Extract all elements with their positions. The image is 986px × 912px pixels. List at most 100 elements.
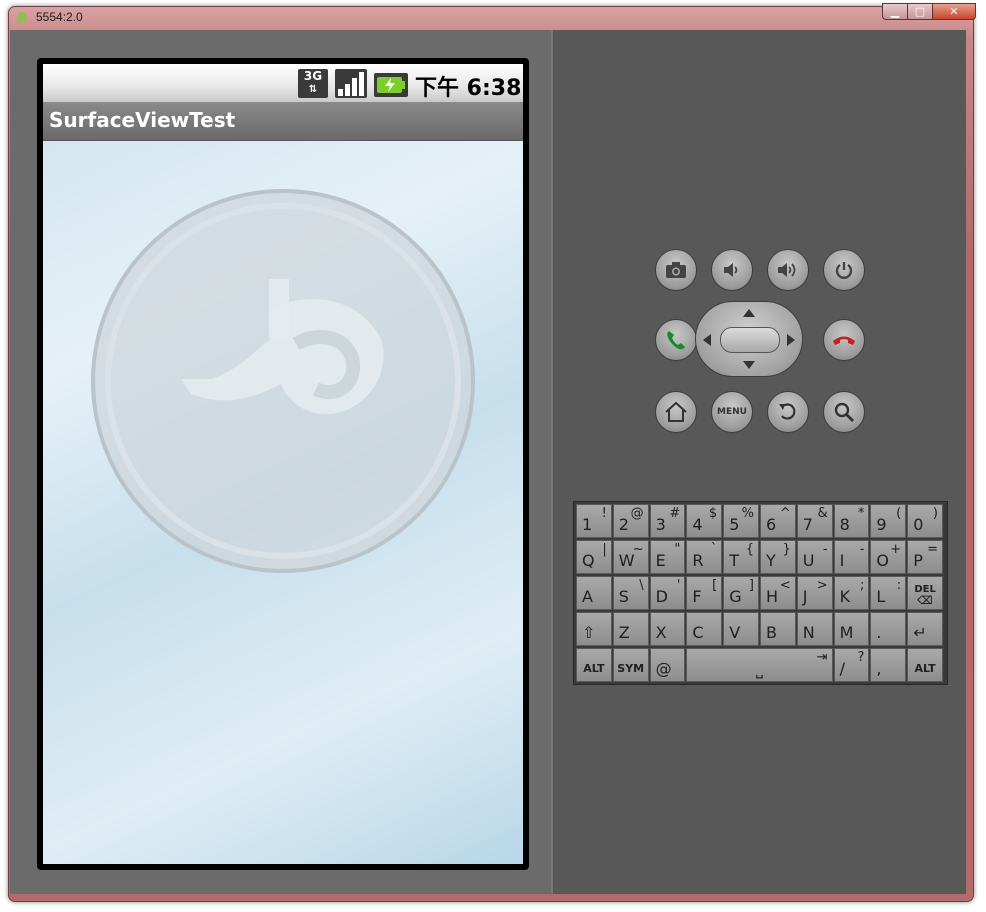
surface-view[interactable] bbox=[43, 141, 523, 864]
key-0-3[interactable]: 4 $ bbox=[686, 504, 723, 538]
maximize-button[interactable]: □ bbox=[908, 3, 933, 20]
key-1-3[interactable]: R ` bbox=[686, 540, 723, 574]
dpad-left-arrow-icon[interactable] bbox=[702, 333, 712, 347]
key-0-9[interactable]: 0) bbox=[907, 504, 943, 538]
key-1-0[interactable]: Q | bbox=[576, 540, 612, 574]
key-alt-label: - bbox=[859, 542, 865, 557]
key-3-7[interactable]: M bbox=[833, 612, 870, 646]
key-3-1[interactable]: Z bbox=[612, 612, 649, 646]
search-icon bbox=[834, 402, 855, 423]
key-label: S bbox=[618, 587, 629, 606]
at-key[interactable]: @ bbox=[649, 648, 686, 682]
key-alt-label: [ bbox=[712, 578, 718, 593]
key-2-4[interactable]: G] bbox=[723, 576, 759, 610]
key-1-1[interactable]: W ~ bbox=[612, 540, 649, 574]
alt-left-key[interactable]: ALT bbox=[576, 648, 612, 682]
slash-key[interactable]: /? bbox=[833, 648, 870, 682]
key-0-7[interactable]: 8 * bbox=[833, 504, 870, 538]
key-label: 8 bbox=[839, 515, 850, 534]
key-alt-label: ] bbox=[748, 578, 754, 593]
back-button[interactable] bbox=[767, 391, 809, 433]
key-1-2[interactable]: E " bbox=[649, 540, 686, 574]
close-button[interactable]: ✕ bbox=[933, 3, 976, 20]
device-screen[interactable]: 3G ⇅ 下午 6:38 SurfaceViewTest bbox=[43, 64, 523, 864]
key-1-6[interactable]: U- bbox=[796, 540, 833, 574]
home-icon bbox=[665, 401, 687, 422]
panel-divider bbox=[551, 30, 553, 894]
android-icon bbox=[16, 12, 28, 22]
key-3-8[interactable]: . bbox=[870, 612, 907, 646]
key-alt-label: > bbox=[816, 578, 828, 593]
key-alt-label: ~ bbox=[632, 542, 644, 557]
delete-icon: ⌫ bbox=[917, 594, 933, 607]
status-bar[interactable]: 3G ⇅ 下午 6:38 bbox=[43, 64, 523, 102]
key-3-0[interactable]: ⇧ bbox=[576, 612, 612, 646]
key-2-1[interactable]: S \ bbox=[612, 576, 649, 610]
key-alt-label: ! bbox=[601, 506, 607, 521]
key-2-5[interactable]: H < bbox=[760, 576, 796, 610]
key-0-5[interactable]: 6 ^ bbox=[760, 504, 796, 538]
key-2-6[interactable]: J > bbox=[796, 576, 833, 610]
key-0-8[interactable]: 9( bbox=[870, 504, 907, 538]
dpad-up-arrow-icon[interactable] bbox=[742, 308, 756, 318]
space-key[interactable]: ␣ ⇥ bbox=[686, 648, 833, 682]
key-0-6[interactable]: 7 & bbox=[796, 504, 833, 538]
key-1-9[interactable]: P = bbox=[907, 540, 943, 574]
key-1-4[interactable]: T{ bbox=[723, 540, 759, 574]
key-3-6[interactable]: N bbox=[796, 612, 833, 646]
key-0-2[interactable]: 3 # bbox=[649, 504, 686, 538]
battery-charging-icon bbox=[374, 73, 408, 97]
camera-button[interactable] bbox=[655, 249, 697, 291]
key-alt-label: ^ bbox=[779, 506, 791, 521]
key-label: H bbox=[766, 587, 779, 606]
key-alt-label: " bbox=[674, 542, 681, 557]
volume-down-button[interactable] bbox=[711, 249, 753, 291]
home-button[interactable] bbox=[655, 391, 697, 433]
key-1-8[interactable]: O + bbox=[870, 540, 907, 574]
title-bar[interactable]: 5554:2.0 bbox=[8, 4, 848, 28]
comma-key[interactable]: , bbox=[870, 648, 907, 682]
dpad-right-arrow-icon[interactable] bbox=[786, 333, 796, 347]
call-button[interactable] bbox=[655, 319, 697, 361]
key-alt-label: # bbox=[669, 506, 681, 521]
key-label: 0 bbox=[913, 515, 924, 534]
dpad-down-arrow-icon[interactable] bbox=[742, 360, 756, 370]
key-label: V bbox=[729, 623, 741, 642]
key-label: U bbox=[802, 551, 815, 570]
key-label: G bbox=[729, 587, 742, 606]
key-label: SYM bbox=[617, 662, 645, 675]
alt-right-key[interactable]: ALT bbox=[907, 648, 943, 682]
key-3-4[interactable]: V bbox=[723, 612, 759, 646]
key-0-0[interactable]: 1! bbox=[576, 504, 612, 538]
key-3-3[interactable]: C bbox=[686, 612, 723, 646]
key-3-9[interactable]: ↵ bbox=[907, 612, 943, 646]
dpad-center-button[interactable] bbox=[720, 327, 780, 353]
key-1-7[interactable]: I- bbox=[833, 540, 870, 574]
key-2-2[interactable]: D ' bbox=[649, 576, 686, 610]
wallpaper-logo-graphic bbox=[91, 189, 475, 573]
minimize-button[interactable]: ▁ bbox=[882, 3, 908, 20]
key-alt-label: ; bbox=[860, 578, 865, 593]
key-alt-label: ' bbox=[676, 578, 681, 593]
sym-key[interactable]: SYM bbox=[612, 648, 649, 682]
key-2-9[interactable]: DEL ⌫ bbox=[907, 576, 943, 610]
key-1-5[interactable]: Y} bbox=[760, 540, 796, 574]
volume-up-button[interactable] bbox=[767, 249, 809, 291]
dpad[interactable] bbox=[695, 301, 803, 377]
power-button[interactable] bbox=[823, 249, 865, 291]
key-2-7[interactable]: K; bbox=[833, 576, 870, 610]
key-label: I bbox=[839, 551, 845, 570]
key-2-0[interactable]: A bbox=[576, 576, 612, 610]
key-3-2[interactable]: X bbox=[649, 612, 686, 646]
end-call-button[interactable] bbox=[823, 319, 865, 361]
key-alt-label: ( bbox=[896, 506, 902, 521]
key-3-5[interactable]: B bbox=[760, 612, 796, 646]
key-0-1[interactable]: 2 @ bbox=[612, 504, 649, 538]
menu-button[interactable]: MENU bbox=[711, 391, 753, 433]
key-2-8[interactable]: L: bbox=[870, 576, 907, 610]
search-button[interactable] bbox=[823, 391, 865, 433]
key-label: T bbox=[729, 551, 739, 570]
key-label: J bbox=[802, 587, 808, 606]
key-0-4[interactable]: 5% bbox=[723, 504, 759, 538]
key-2-3[interactable]: F[ bbox=[686, 576, 723, 610]
